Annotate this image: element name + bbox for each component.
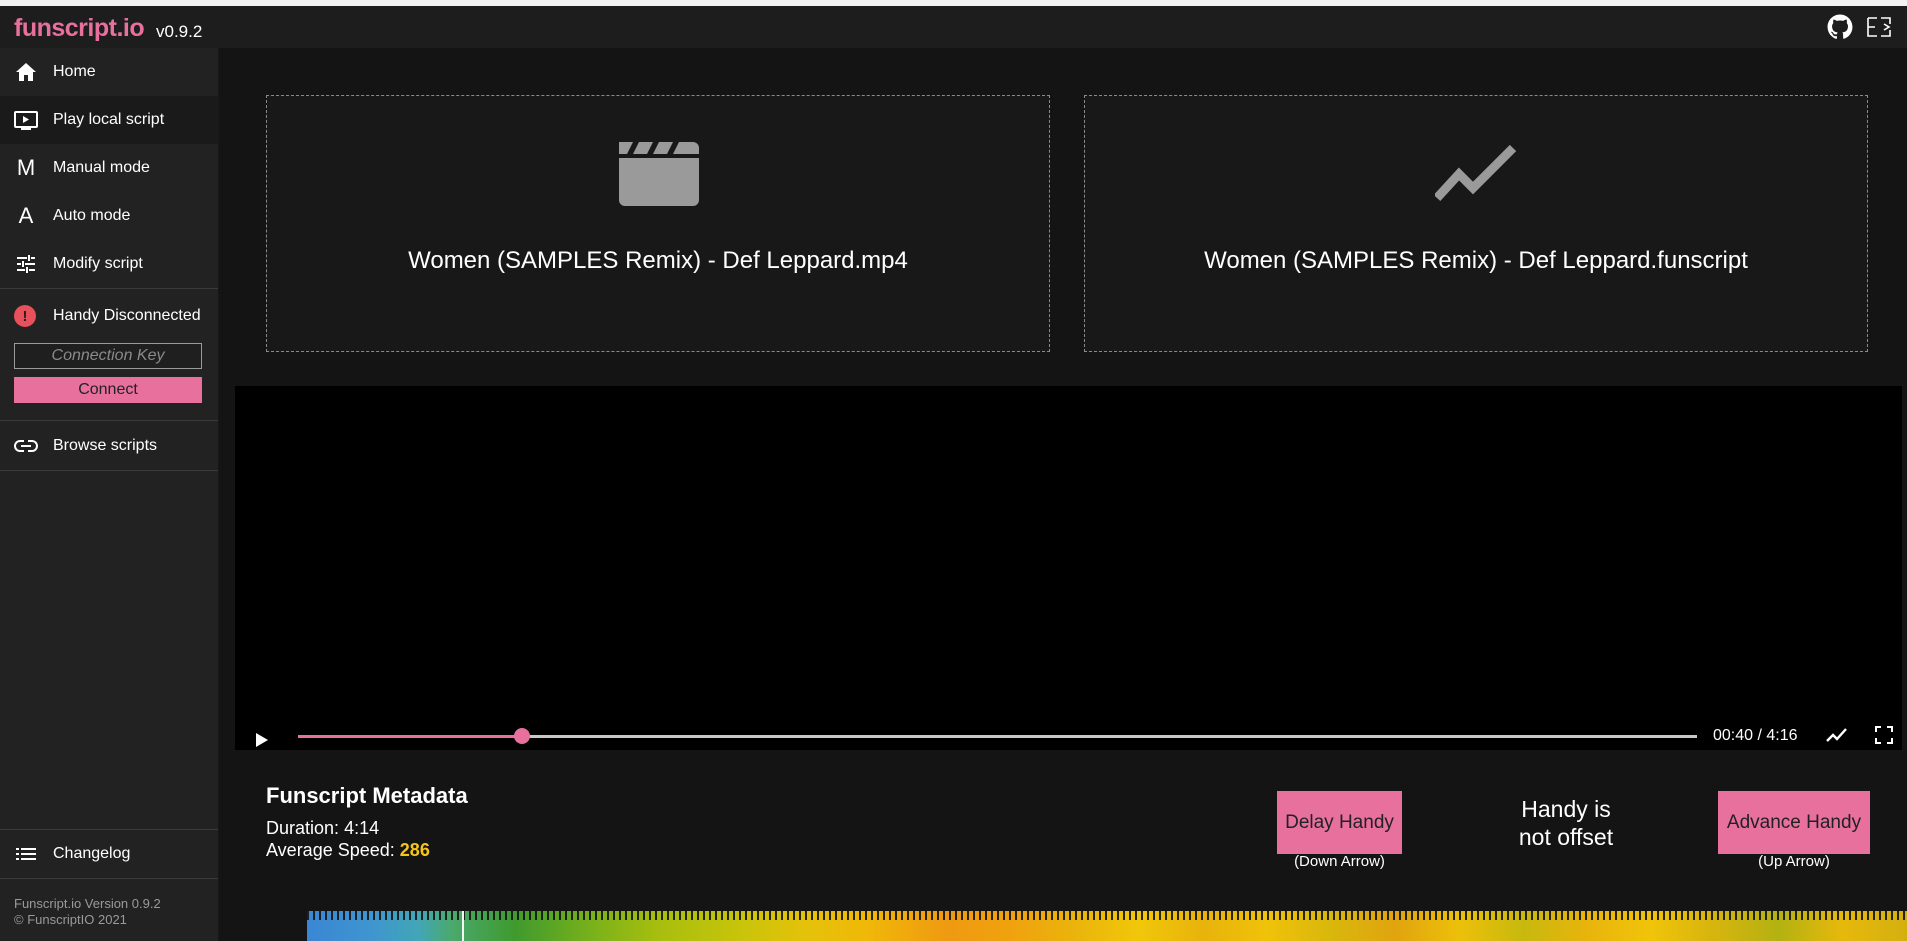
play-icon[interactable] [255,732,269,753]
sliders-icon [13,251,39,277]
script-dropzone[interactable]: Women (SAMPLES Remix) - Def Leppard.funs… [1084,95,1868,352]
heatmap-playhead [462,911,465,941]
home-icon [13,59,39,85]
trend-line-icon [1433,140,1517,211]
offset-status-line: not offset [1518,824,1614,850]
average-speed-line: Average Speed: 286 [266,840,430,861]
seek-bar-thumb[interactable] [513,728,530,744]
sidebar-item-label: Manual mode [53,159,150,176]
link-icon [13,433,39,459]
sidebar-divider [0,878,218,879]
footer-version: Funscript.io Version 0.9.2 [14,896,161,911]
sidebar-item-label: Modify script [53,255,143,272]
sidebar-footer: Funscript.io Version 0.9.2 © FunscriptIO… [14,896,161,928]
offset-status: Handy is not offset [1500,795,1632,851]
handy-status: ! Handy Disconnected [0,300,218,332]
sidebar-item-label: Home [53,63,96,80]
sidebar-item-play-local-script[interactable]: Play local script [0,96,218,144]
sidebar-item-label: Auto mode [53,207,131,224]
sidebar-item-label: Changelog [53,845,131,862]
sidebar-item-label: Browse scripts [53,437,158,454]
heatmap-toggle-icon[interactable] [1826,726,1848,749]
delay-handy-button[interactable]: Delay Handy [1277,791,1402,854]
script-file-name: Women (SAMPLES Remix) - Def Leppard.funs… [1204,247,1748,274]
duration-value: 4:14 [344,818,380,838]
exit-fullscreen-icon[interactable] [1866,14,1892,40]
fullscreen-icon[interactable] [1875,726,1893,749]
advance-handy-hint: (Up Arrow) [1758,853,1830,870]
connect-button[interactable]: Connect [14,377,202,403]
video-file-name: Women (SAMPLES Remix) - Def Leppard.mp4 [408,247,908,274]
auto-mode-icon: A [18,203,34,228]
metadata-title: Funscript Metadata [266,783,468,808]
video-player[interactable]: 00:40 / 4:16 [235,386,1902,750]
sidebar-divider [0,288,218,289]
app-header: funscript.io v0.9.2 [0,6,1907,48]
brand-logo[interactable]: funscript.io [14,14,145,43]
sidebar-item-manual-mode[interactable]: M Manual mode [0,144,218,192]
footer-copyright: © FunscriptIO 2021 [14,912,127,927]
manual-mode-icon: M [16,155,36,180]
seek-bar[interactable] [298,728,1697,744]
duration-label: Duration: [266,818,340,838]
sidebar-item-home[interactable]: Home [0,48,218,96]
sidebar-item-modify-script[interactable]: Modify script [0,240,218,288]
github-icon[interactable] [1827,14,1853,40]
sidebar-divider [0,470,218,471]
heatmap-peaks [307,911,1907,920]
sidebar: Home Play local script M Manual mode A A… [0,48,219,941]
time-readout: 00:40 / 4:16 [1713,727,1798,744]
connection-key-input[interactable] [14,343,202,369]
average-speed-value: 286 [399,840,430,860]
sidebar-item-browse-scripts[interactable]: Browse scripts [0,422,218,470]
delay-handy-hint: (Down Arrow) [1294,853,1385,870]
advance-handy-button[interactable]: Advance Handy [1718,791,1870,854]
sidebar-item-label: Play local script [53,111,165,128]
clapperboard-icon [617,140,699,211]
seek-bar-progress [298,735,522,738]
alert-icon: ! [14,305,36,327]
sidebar-item-changelog[interactable]: Changelog [0,830,218,878]
version-label: v0.9.2 [156,22,203,41]
sidebar-item-auto-mode[interactable]: A Auto mode [0,192,218,240]
script-heatmap[interactable] [307,911,1907,941]
list-icon [13,841,39,867]
video-dropzone[interactable]: Women (SAMPLES Remix) - Def Leppard.mp4 [266,95,1050,352]
average-speed-label: Average Speed: [266,840,395,860]
play-local-icon [13,107,39,133]
duration-line: Duration: 4:14 [266,818,379,839]
handy-status-label: Handy Disconnected [53,307,201,324]
sidebar-divider [0,420,218,421]
offset-status-line: Handy is [1521,796,1611,822]
